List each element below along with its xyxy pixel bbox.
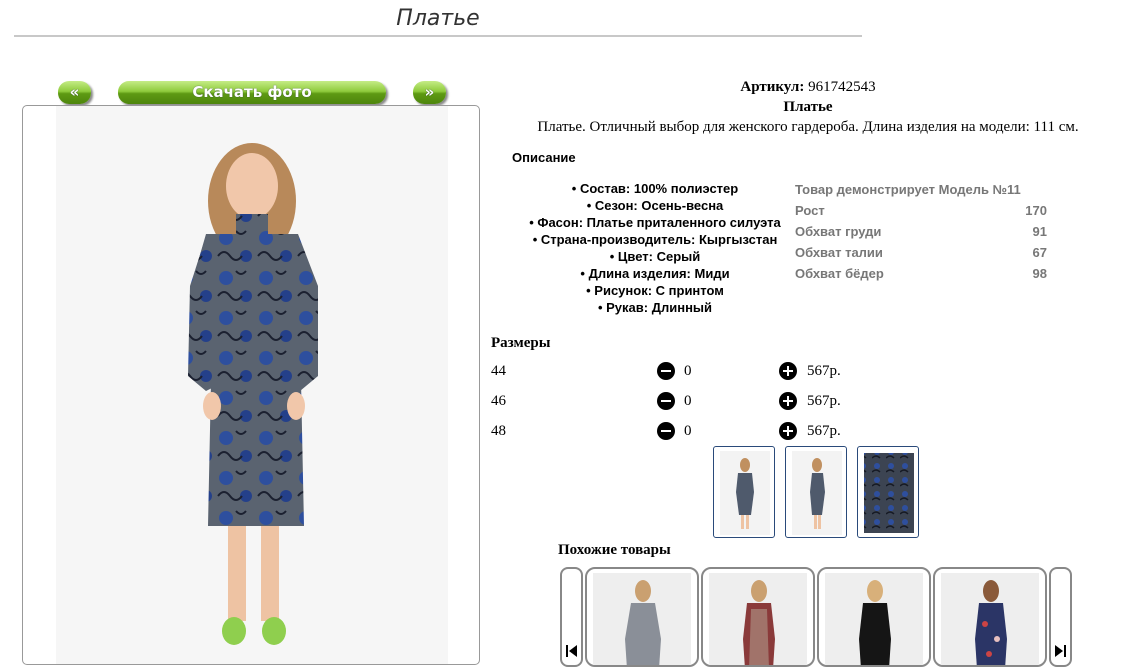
next-photo-button[interactable]: » [413, 81, 446, 104]
description-item: • Состав: 100% полиэстер [571, 181, 739, 196]
similar-product-image [625, 580, 661, 665]
description-item: • Цвет: Серый [609, 249, 701, 264]
similar-product-card[interactable] [585, 567, 699, 667]
model-row-bust: Обхват груди 91 [795, 224, 1047, 239]
model-measurements: Товар демонстрирует Модель №11 Рост 170 О… [795, 182, 1047, 287]
skip-forward-icon [1055, 645, 1066, 657]
model-row-height: Рост 170 [795, 203, 1047, 218]
similar-product-card[interactable] [817, 567, 931, 667]
description-list: • Состав: 100% полиэстер • Сезон: Осень-… [505, 180, 805, 316]
product-summary: Платье. Отличный выбор для женского гард… [537, 119, 1079, 135]
thumbnail-side-image [792, 451, 842, 535]
description-item: • Рукав: Длинный [597, 300, 713, 315]
size-label: 46 [491, 393, 506, 409]
description-item: • Сезон: Осень-весна [586, 198, 724, 213]
size-price: 567р. [807, 423, 841, 439]
similar-product-image [743, 580, 775, 665]
model-row-hips: Обхват бёдер 98 [795, 266, 1047, 281]
similar-product-image [975, 580, 1007, 665]
sizes-title: Размеры [491, 335, 551, 351]
minus-icon[interactable] [657, 362, 675, 380]
similar-prev-button[interactable] [560, 567, 583, 667]
size-quantity: 0 [684, 423, 692, 439]
product-name: Платье [783, 99, 833, 115]
plus-icon[interactable] [779, 422, 797, 440]
similar-product-image [859, 580, 891, 665]
size-quantity: 0 [684, 363, 692, 379]
page-title: Платье [14, 6, 862, 37]
download-photo-button[interactable]: Скачать фото [118, 81, 386, 104]
size-row-46: 46 0 567р. [491, 391, 851, 413]
description-item: • Фасон: Платье приталенного силуэта [529, 215, 781, 230]
main-photo-frame [22, 105, 480, 665]
thumbnail-fabric[interactable] [857, 446, 919, 538]
similar-products-title: Похожие товары [558, 542, 671, 558]
product-info: Артикул: 961742543 Платье Платье. Отличн… [490, 77, 1126, 137]
article-value: 961742543 [808, 79, 876, 95]
main-photo[interactable] [56, 106, 448, 664]
thumbnail-side[interactable] [785, 446, 847, 538]
model-photo-illustration [188, 143, 318, 645]
size-price: 567р. [807, 393, 841, 409]
article-line: Артикул: 961742543 [490, 77, 1126, 97]
thumbnail-fabric-image [864, 453, 914, 533]
model-row-waist: Обхват талии 67 [795, 245, 1047, 260]
description-item: • Страна-производитель: Кыргызстан [532, 232, 778, 247]
minus-icon[interactable] [657, 422, 675, 440]
plus-icon[interactable] [779, 362, 797, 380]
size-label: 44 [491, 363, 506, 379]
skip-back-icon [566, 645, 577, 657]
similar-next-button[interactable] [1049, 567, 1072, 667]
description-item: • Рисунок: С принтом [586, 283, 724, 298]
size-price: 567р. [807, 363, 841, 379]
thumbnail-front[interactable] [713, 446, 775, 538]
model-title: Товар демонстрирует Модель №11 [795, 182, 1021, 197]
size-label: 48 [491, 423, 506, 439]
description-item: • Длина изделия: Миди [580, 266, 730, 281]
article-label: Артикул: [740, 79, 805, 95]
plus-icon[interactable] [779, 392, 797, 410]
size-row-48: 48 0 567р. [491, 421, 851, 443]
similar-product-card[interactable] [933, 567, 1047, 667]
description-title: Описание [512, 150, 576, 165]
size-quantity: 0 [684, 393, 692, 409]
prev-photo-button[interactable]: « [58, 81, 91, 104]
minus-icon[interactable] [657, 392, 675, 410]
size-row-44: 44 0 567р. [491, 361, 851, 383]
thumbnail-front-image [720, 451, 770, 535]
similar-product-card[interactable] [701, 567, 815, 667]
